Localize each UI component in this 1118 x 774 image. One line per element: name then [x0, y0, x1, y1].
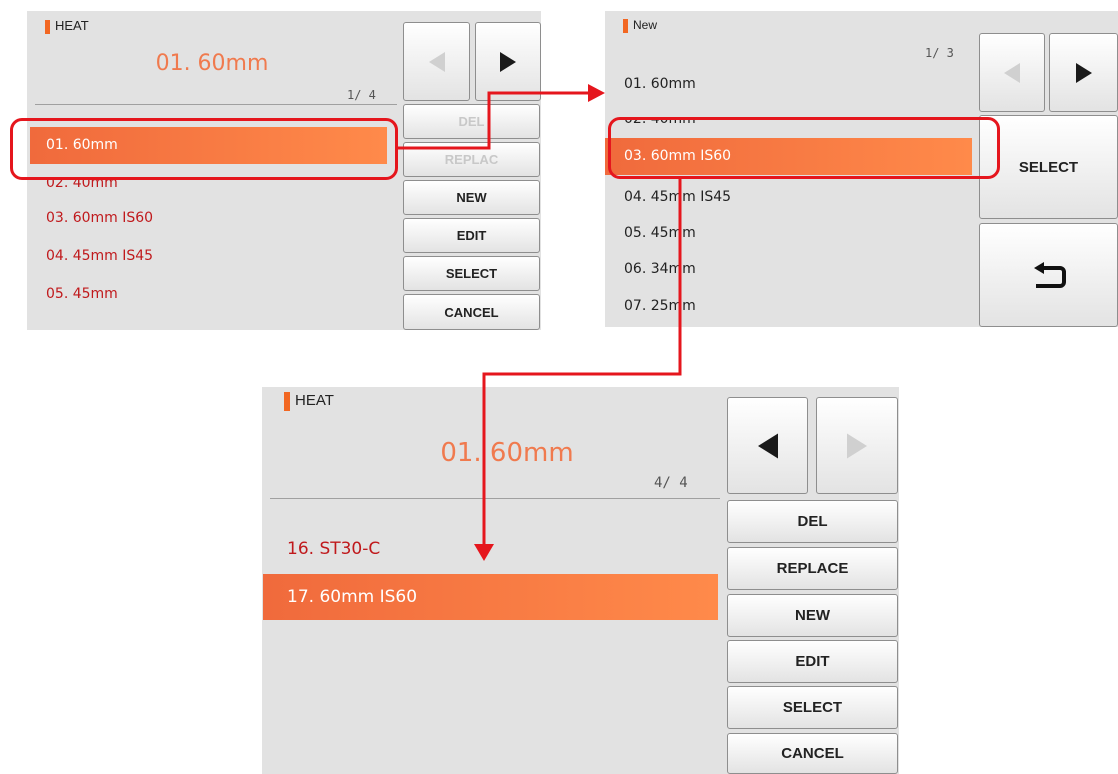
flow-arrow-1-head — [588, 84, 605, 102]
flow-arrow-2-head — [474, 544, 494, 561]
flow-arrow-1 — [398, 91, 590, 150]
flow-arrow-2 — [482, 179, 682, 545]
flow-arrows — [398, 84, 682, 561]
